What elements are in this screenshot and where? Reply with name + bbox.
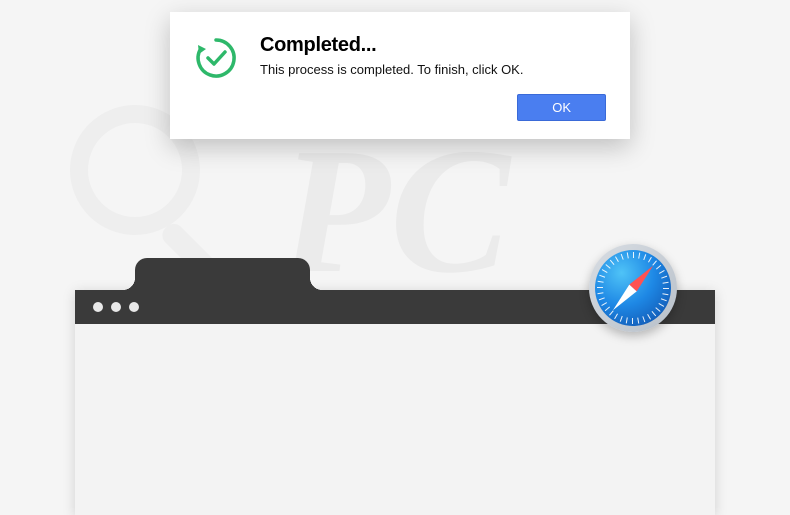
compass-tick-icon <box>627 252 629 258</box>
compass-tick-icon <box>658 303 664 307</box>
compass-tick-icon <box>615 256 619 262</box>
checkmark-refresh-icon <box>194 36 238 80</box>
compass-tick-icon <box>605 264 610 269</box>
compass-tick-icon <box>663 288 669 289</box>
compass-tick-icon <box>661 298 667 301</box>
browser-tab[interactable] <box>135 258 310 290</box>
compass-tick-icon <box>659 270 665 274</box>
compass-tick-icon <box>597 292 603 294</box>
compass-tick-icon <box>652 311 657 316</box>
compass-tick-icon <box>602 269 608 273</box>
dialog-title: Completed... <box>260 34 606 57</box>
compass-tick-icon <box>599 297 605 300</box>
ok-button[interactable]: OK <box>517 94 606 121</box>
compass-tick-icon <box>643 254 646 260</box>
compass-tick-icon <box>626 317 628 323</box>
compass-tick-icon <box>620 316 623 322</box>
compass-tick-icon <box>663 282 669 284</box>
compass-tick-icon <box>642 316 645 322</box>
compass-tick-icon <box>621 254 624 260</box>
compass-tick-icon <box>638 253 640 259</box>
compass-tick-icon <box>647 314 651 320</box>
compass-tick-icon <box>599 275 605 278</box>
compass-tick-icon <box>661 276 667 279</box>
compass-tick-icon <box>632 318 633 324</box>
browser-window <box>75 290 715 515</box>
safari-compass-icon <box>589 244 677 332</box>
minimize-window-button[interactable] <box>111 302 121 312</box>
window-controls <box>93 302 139 312</box>
compass-tick-icon <box>597 287 603 288</box>
compass-tick-icon <box>610 260 615 265</box>
maximize-window-button[interactable] <box>129 302 139 312</box>
dialog-message: This process is completed. To finish, cl… <box>260 62 606 77</box>
compass-tick-icon <box>633 252 634 258</box>
compass-tick-icon <box>637 318 639 324</box>
compass-tick-icon <box>601 302 607 306</box>
compass-tick-icon <box>662 293 668 295</box>
compass-tick-icon <box>614 313 618 319</box>
compass-tick-icon <box>598 281 604 283</box>
compass-tick-icon <box>655 307 660 312</box>
close-window-button[interactable] <box>93 302 103 312</box>
watermark-logo-text: PC <box>280 139 510 283</box>
completed-dialog: Completed... This process is completed. … <box>170 12 630 139</box>
